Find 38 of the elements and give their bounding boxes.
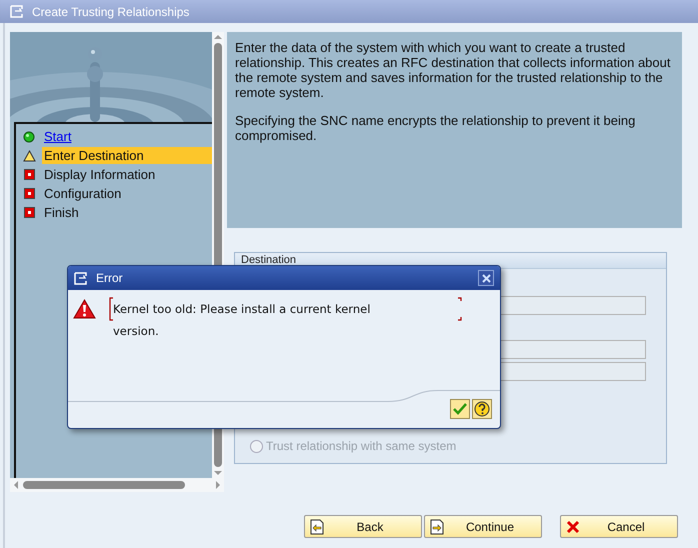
- warning-triangle-icon: [22, 150, 36, 162]
- help-button[interactable]: [472, 399, 492, 419]
- cancel-button[interactable]: Cancel: [560, 515, 678, 538]
- radio-label: Trust relationship with same system: [266, 438, 456, 455]
- cancel-x-icon: [566, 520, 580, 534]
- close-button[interactable]: [478, 270, 494, 286]
- window-icon: [10, 5, 26, 18]
- window-icon: [74, 272, 90, 284]
- status-square-icon: [24, 207, 34, 218]
- checkmark-icon: [453, 403, 467, 415]
- continue-button[interactable]: Continue: [424, 515, 542, 538]
- help-icon: [474, 401, 490, 417]
- info-paragraph: Specifying the SNC name encrypts the relationship to prevent it being compromised.: [235, 113, 636, 143]
- scroll-up-icon[interactable]: [214, 34, 222, 40]
- info-paragraph: Enter the data of the system with which you want to create a trusted relationship. This creates an RFC destination that collects information about the remote system and saves information for the trusted relationship to the remote system.: [235, 40, 672, 100]
- step-item[interactable]: Finish: [42, 204, 212, 221]
- close-icon: [482, 274, 490, 282]
- scroll-left-icon[interactable]: [13, 481, 19, 489]
- document-arrow-icon: [430, 518, 444, 534]
- focus-bracket-icon: [458, 297, 462, 321]
- document-arrow-icon: [310, 518, 324, 534]
- step-item[interactable]: Configuration: [42, 185, 212, 202]
- scroll-right-icon[interactable]: [215, 481, 221, 489]
- error-icon: [73, 299, 96, 319]
- step-link[interactable]: Start: [42, 128, 212, 145]
- horizontal-scrollbar[interactable]: [10, 478, 224, 492]
- step-item[interactable]: Enter Destination: [42, 147, 212, 164]
- status-dot-icon: [23, 130, 35, 142]
- dialog-title: Error: [96, 270, 124, 287]
- back-button[interactable]: Back: [304, 515, 422, 538]
- status-square-icon: [24, 169, 34, 180]
- scroll-down-icon[interactable]: [214, 470, 222, 476]
- step-item[interactable]: Display Information: [42, 166, 212, 183]
- focus-bracket-icon: [109, 297, 113, 321]
- group-title: Destination: [241, 253, 296, 268]
- window-title: Create Trusting Relationships: [32, 4, 190, 20]
- status-square-icon: [24, 188, 34, 199]
- error-message: Kernel too old: Please install a current kernel version.: [113, 301, 372, 340]
